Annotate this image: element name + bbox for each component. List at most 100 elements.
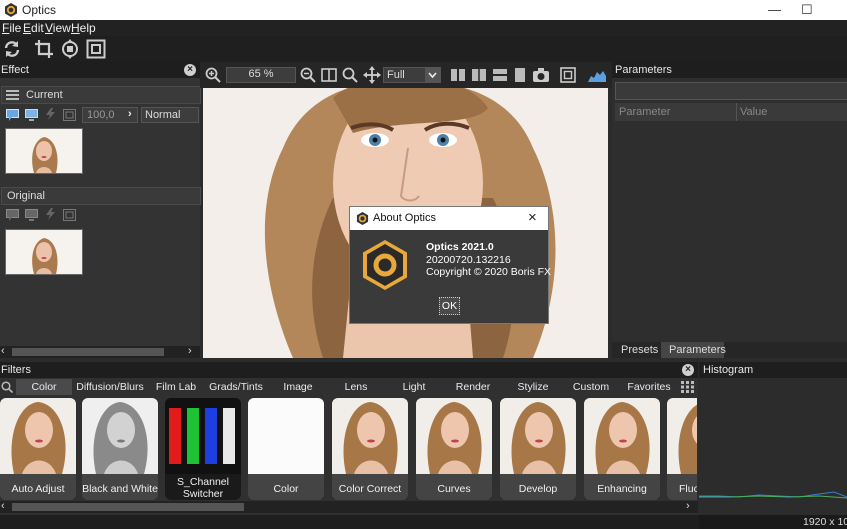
page-icon[interactable] xyxy=(513,67,527,83)
filter-tile-color[interactable]: Color xyxy=(248,398,324,500)
filters-scrollbar[interactable]: ‹ › xyxy=(0,500,698,513)
split-horizontal-icon[interactable] xyxy=(492,68,508,82)
scrollbar-thumb[interactable] xyxy=(12,348,164,356)
lightning-icon[interactable] xyxy=(44,108,57,120)
menu-help[interactable]: Help xyxy=(71,21,96,35)
filter-tile-curves[interactable]: Curves xyxy=(416,398,492,500)
tab-grads-tints[interactable]: Grads/Tints xyxy=(207,381,265,395)
portrait-thumbnail xyxy=(0,398,76,474)
zoom-field[interactable]: 65 % xyxy=(226,67,296,83)
scrollbar-thumb[interactable] xyxy=(12,503,244,511)
histogram-panel-title: Histogram xyxy=(703,364,754,376)
comment-icon[interactable] xyxy=(6,109,19,121)
filter-tile-develop[interactable]: Develop xyxy=(500,398,576,500)
effect-panel-close-icon[interactable]: × xyxy=(184,64,196,76)
filter-label: S_Channel Switcher xyxy=(177,476,229,500)
filters-panel-close-icon[interactable]: × xyxy=(682,364,694,376)
chevron-down-icon[interactable] xyxy=(425,67,440,83)
rgb-bars-thumbnail xyxy=(165,398,241,474)
original-layer-row[interactable]: Original xyxy=(1,187,201,205)
close-icon[interactable]: × xyxy=(528,209,537,226)
tab-favorites[interactable]: Favorites xyxy=(626,381,672,395)
menu-view[interactable]: View xyxy=(45,21,71,35)
tab-diffusion-blurs[interactable]: Diffusion/Blurs xyxy=(76,381,144,395)
scroll-left-icon[interactable]: ‹ xyxy=(1,500,5,512)
filter-tile-s-channel-switcher[interactable]: S_Channel Switcher xyxy=(165,398,241,500)
effect-panel-header: Effect × xyxy=(0,62,200,78)
tab-image[interactable]: Image xyxy=(277,381,319,395)
tab-custom[interactable]: Custom xyxy=(570,381,612,395)
opacity-field[interactable]: 100,0 › xyxy=(82,107,138,123)
zoom-out-icon[interactable] xyxy=(300,67,316,83)
tab-parameters[interactable]: Parameters xyxy=(661,342,726,358)
maximize-button[interactable]: ☐ xyxy=(801,2,813,18)
about-dialog: About Optics × Optics 2021.0 20200720.13… xyxy=(349,206,552,324)
split-compare-icon[interactable] xyxy=(471,68,487,82)
camera-icon[interactable] xyxy=(532,67,550,83)
filter-label: Color Correct xyxy=(338,483,402,495)
histogram-panel xyxy=(699,378,847,515)
tab-light[interactable]: Light xyxy=(395,381,433,395)
filter-tile-color-correct[interactable]: Color Correct xyxy=(332,398,408,500)
parameters-search-field[interactable] xyxy=(615,82,847,100)
mask-frame-icon xyxy=(63,209,76,221)
filter-label: Auto Adjust xyxy=(11,483,65,495)
magnifier-icon[interactable] xyxy=(342,67,358,83)
current-thumbnail[interactable] xyxy=(5,128,83,174)
status-bar: 1920 x 108 xyxy=(699,515,847,529)
refresh-icon[interactable] xyxy=(2,39,22,59)
book-icon[interactable] xyxy=(321,67,337,83)
scroll-right-icon[interactable]: › xyxy=(188,345,192,357)
histogram-toggle-icon[interactable] xyxy=(588,70,606,82)
menu-file[interactable]: File xyxy=(2,21,21,35)
fit-frame-icon[interactable] xyxy=(86,39,106,59)
main-toolbar xyxy=(0,36,847,62)
filter-tile-auto-adjust[interactable]: Auto Adjust xyxy=(0,398,76,500)
parameters-table-header: Parameter Value xyxy=(615,103,847,121)
mask-frame-icon[interactable] xyxy=(63,109,76,121)
tab-render[interactable]: Render xyxy=(451,381,495,395)
title-bar: Optics — ☐ xyxy=(0,0,847,20)
original-thumbnail[interactable] xyxy=(5,229,83,275)
scroll-right-icon[interactable]: › xyxy=(686,500,690,512)
filters-panel-title: Filters xyxy=(1,364,31,376)
lightning-icon xyxy=(46,208,55,220)
zoom-in-icon[interactable] xyxy=(205,67,221,83)
tab-parameters-label: Parameters xyxy=(669,344,726,356)
resolution-readout: 1920 x 108 xyxy=(803,516,847,528)
column-divider[interactable] xyxy=(736,103,737,121)
monitor-icon[interactable] xyxy=(25,109,38,121)
ok-button[interactable]: OK xyxy=(439,297,460,315)
opacity-arrow-icon[interactable]: › xyxy=(128,108,132,120)
scroll-left-icon[interactable]: ‹ xyxy=(1,345,5,357)
pan-move-icon[interactable] xyxy=(363,66,381,84)
tab-color[interactable]: Color xyxy=(16,381,72,395)
product-name: Optics 2021.0 xyxy=(426,241,494,253)
portrait-thumbnail xyxy=(82,398,158,474)
minimize-button[interactable]: — xyxy=(768,2,781,17)
effect-scrollbar[interactable]: ‹ › xyxy=(0,345,200,358)
crop-icon[interactable] xyxy=(34,39,54,59)
filter-tile-black-and-white[interactable]: Black and White xyxy=(82,398,158,500)
tab-film-lab[interactable]: Film Lab xyxy=(153,381,199,395)
tab-stylize[interactable]: Stylize xyxy=(512,381,554,395)
tab-lens[interactable]: Lens xyxy=(336,381,376,395)
menu-edit[interactable]: Edit xyxy=(23,21,44,35)
fit-screen-icon[interactable] xyxy=(560,67,576,83)
parameter-column-header[interactable]: Parameter xyxy=(619,106,670,118)
tab-presets[interactable]: Presets xyxy=(621,344,658,356)
blend-mode-select[interactable]: Normal xyxy=(141,107,199,123)
copyright-text: Copyright © 2020 Boris FX xyxy=(426,266,552,278)
resolution-select[interactable]: Full xyxy=(383,67,441,83)
parameters-panel: Parameter Value xyxy=(612,78,847,342)
grid-view-icon[interactable] xyxy=(681,381,694,393)
search-icon[interactable] xyxy=(1,381,13,393)
filter-tile-fluo[interactable]: Fluo xyxy=(667,398,697,500)
value-column-header[interactable]: Value xyxy=(740,106,767,118)
split-vertical-icon[interactable] xyxy=(450,68,466,82)
filter-tile-enhancing[interactable]: Enhancing xyxy=(584,398,660,500)
current-layer-row[interactable]: Current xyxy=(1,86,201,104)
transform-icon[interactable] xyxy=(60,39,80,59)
effect-panel: Current 100,0 › Normal Original xyxy=(0,78,201,346)
histogram-panel-header: Histogram xyxy=(699,362,847,378)
